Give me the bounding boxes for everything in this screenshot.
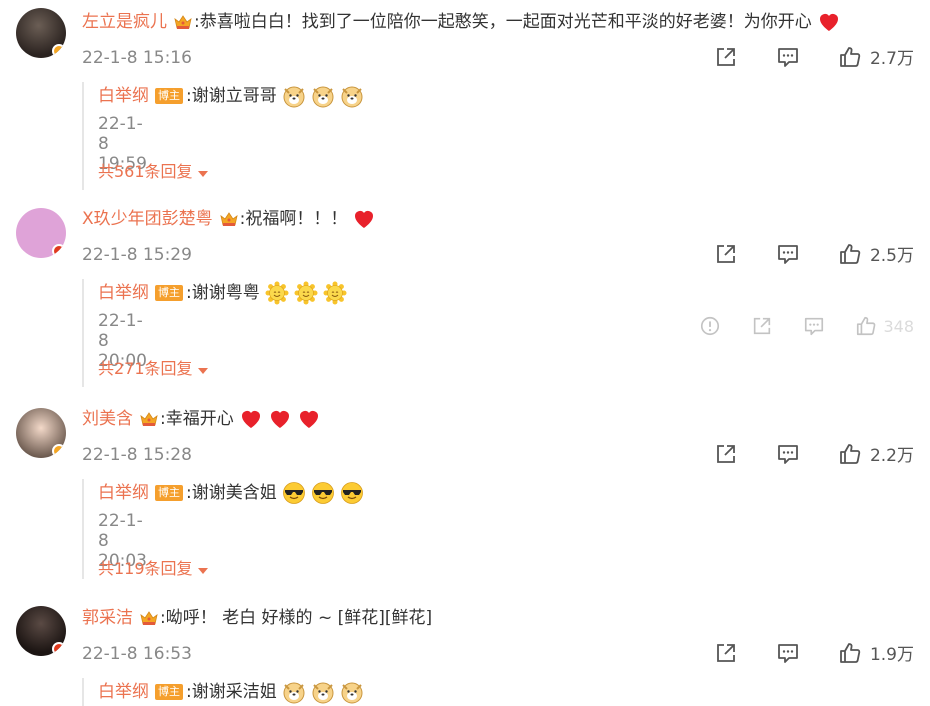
comment-icon[interactable] [803,315,825,337]
commenter-name[interactable]: 郭采洁 [82,604,133,632]
crown-icon [139,410,159,428]
like-icon[interactable] [838,641,862,665]
host-badge: 博主 [155,285,183,301]
like-icon[interactable] [838,45,862,69]
heart-emoji [239,407,263,431]
like-icon[interactable] [855,315,877,337]
share-icon[interactable] [751,315,773,337]
reply-text: :谢谢采洁姐 [186,682,277,702]
reply-thread: 白举纲 博主 :谢谢立哥哥 22-1-8 19:59 共561条回复 [82,82,96,190]
heart-emoji [817,10,841,34]
share-icon[interactable] [714,45,738,69]
reply-thread: 白举纲 博主 :谢谢采洁姐 [82,678,96,706]
verified-badge-icon [52,642,66,656]
host-badge: 博主 [155,684,183,700]
comment-icon[interactable] [776,242,800,266]
avatar[interactable] [16,606,66,656]
heart-emoji [268,407,292,431]
sun-emoji [294,281,318,305]
reply-text: :谢谢粤粤 [186,283,260,303]
commenter-name[interactable]: X玖少年团彭楚粤 [82,205,213,233]
like-count: 2.2万 [869,446,914,466]
reply-author[interactable]: 白举纲 [98,279,149,307]
like-count: 1.9万 [869,645,914,665]
verified-badge-icon [52,244,66,258]
dog-emoji [340,680,364,704]
like-icon[interactable] [838,442,862,466]
reply-thread: 白举纲 博主 :谢谢美含姐 22-1-8 20:03 共119条回复 [82,479,96,579]
share-icon[interactable] [714,442,738,466]
commenter-name[interactable]: 刘美含 [82,405,133,433]
reply-author[interactable]: 白举纲 [98,479,149,507]
dog-emoji [282,84,306,108]
like-icon[interactable] [838,242,862,266]
host-badge: 博主 [155,88,183,104]
verified-badge-icon [52,444,66,458]
more-replies-label: 共561条回复 [98,162,193,181]
comment-text: :祝福啊！！！ [239,209,348,229]
comment-icon[interactable] [776,442,800,466]
more-replies-label: 共119条回复 [98,559,193,578]
chevron-down-icon [198,171,208,177]
sunglasses-emoji [282,481,306,505]
reply-author[interactable]: 白举纲 [98,82,149,110]
more-replies-link[interactable]: 共561条回复 [98,158,208,182]
avatar[interactable] [16,8,66,58]
heart-emoji [352,207,376,231]
reply-text: :谢谢立哥哥 [186,86,277,106]
avatar[interactable] [16,408,66,458]
sunglasses-emoji [311,481,335,505]
like-count: 2.5万 [869,246,914,266]
comment-time: 22-1-8 15:29 [82,245,192,265]
comment-icon[interactable] [776,641,800,665]
report-icon[interactable] [699,315,721,337]
reply-actions: 348 [699,315,914,337]
sunglasses-emoji [340,481,364,505]
sun-emoji [265,281,289,305]
reply-like-count: 348 [883,316,914,336]
dog-emoji [340,84,364,108]
comment-text: :呦呼！ 老白 好様的 ~ [鲜花][鲜花] [160,608,433,628]
crown-icon [219,210,239,228]
comment-text: :恭喜啦白白！找到了一位陪你一起憨笑，一起面对光芒和平淡的好老婆！为你开心 [194,12,812,32]
avatar[interactable] [16,208,66,258]
like-count: 2.7万 [869,49,914,69]
comment-icon[interactable] [776,45,800,69]
comment-time: 22-1-8 15:28 [82,445,192,465]
reply-text: :谢谢美含姐 [186,483,277,503]
sun-emoji [323,281,347,305]
crown-icon [139,609,159,627]
heart-emoji [297,407,321,431]
more-replies-link[interactable]: 共271条回复 [98,355,208,379]
comment-time: 22-1-8 16:53 [82,644,192,664]
comment-time: 22-1-8 15:16 [82,48,192,68]
commenter-name[interactable]: 左立是疯儿 [82,8,167,36]
chevron-down-icon [198,568,208,574]
dog-emoji [311,84,335,108]
verified-badge-icon [52,44,66,58]
host-badge: 博主 [155,485,183,501]
share-icon[interactable] [714,242,738,266]
chevron-down-icon [198,368,208,374]
reply-author[interactable]: 白举纲 [98,678,149,706]
more-replies-link[interactable]: 共119条回复 [98,555,208,579]
crown-icon [173,13,193,31]
share-icon[interactable] [714,641,738,665]
more-replies-label: 共271条回复 [98,359,193,378]
comment-text: :幸福开心 [160,409,234,429]
dog-emoji [282,680,306,704]
reply-thread: 白举纲 博主 :谢谢粤粤 22-1-8 20:00 共271条回复 [82,279,96,387]
dog-emoji [311,680,335,704]
